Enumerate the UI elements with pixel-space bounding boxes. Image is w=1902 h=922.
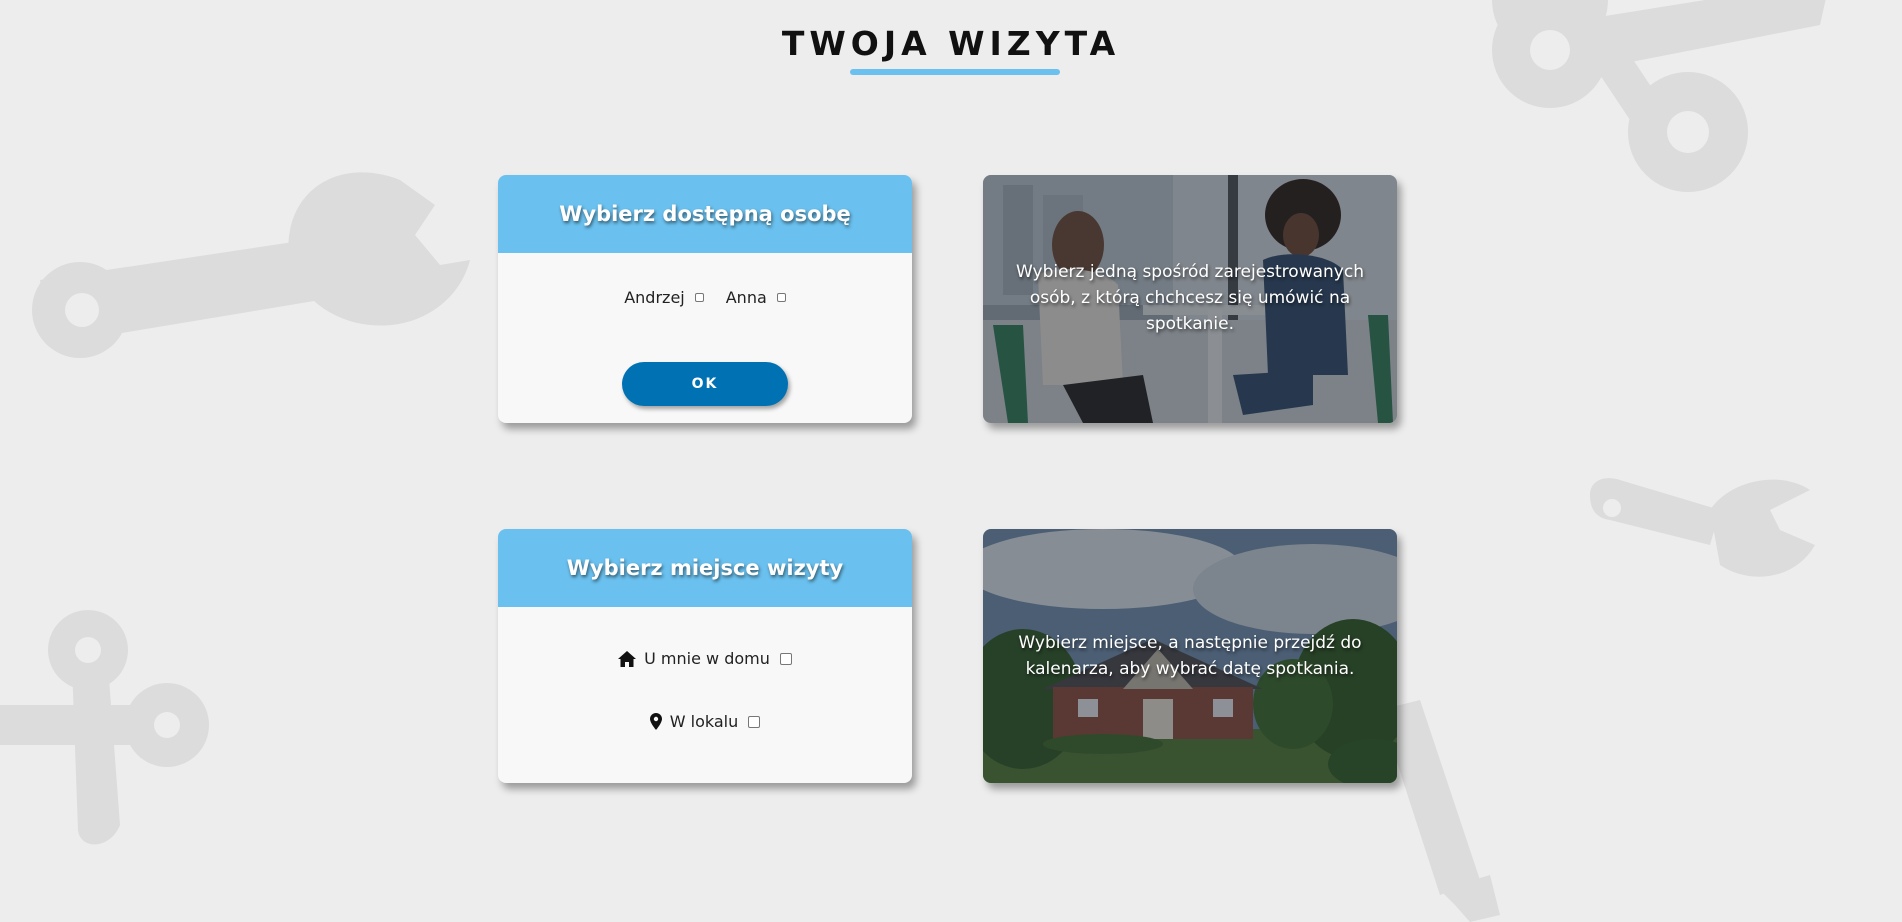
place-option-home: U mnie w domu: [498, 649, 912, 668]
place-info-card: Wybierz miejsce, a następnie przejdź do …: [983, 529, 1397, 783]
place-option-venue-checkbox[interactable]: [748, 715, 761, 728]
person-options: Andrzej Anna: [498, 288, 912, 307]
map-pin-icon: [649, 713, 662, 730]
page: TWOJA WIZYTA Wybierz dostępną osobę Andr…: [0, 0, 1902, 922]
person-info-card: Wybierz jedną spośród zarejestrowanych o…: [983, 175, 1397, 423]
person-card-header: Wybierz dostępną osobę: [498, 175, 912, 253]
home-icon: [618, 650, 637, 667]
page-header: TWOJA WIZYTA: [0, 24, 1902, 75]
person-info-caption: Wybierz jedną spośród zarejestrowanych o…: [1016, 262, 1364, 334]
wrench-decoration-left-icon: [32, 172, 470, 358]
place-option-home-checkbox[interactable]: [779, 652, 792, 665]
page-title: TWOJA WIZYTA: [781, 24, 1121, 63]
title-underline: [850, 69, 1060, 75]
place-option-venue: W lokalu: [498, 712, 912, 731]
place-select-card: Wybierz miejsce wizyty U mnie w domu W l…: [498, 529, 912, 783]
place-option-venue-label: W lokalu: [669, 712, 739, 731]
place-option-home-label: U mnie w domu: [644, 649, 770, 668]
ok-button[interactable]: OK: [622, 362, 788, 406]
scissors-decoration-bottom-left-icon: [0, 610, 209, 845]
person-option-anna-label: Anna: [725, 288, 767, 307]
place-card-header: Wybierz miejsce wizyty: [498, 529, 912, 607]
person-option-andrzej-label: Andrzej: [624, 288, 685, 307]
person-select-card: Wybierz dostępną osobę Andrzej Anna OK: [498, 175, 912, 423]
wrench-decoration-right-icon: [1590, 478, 1815, 577]
person-option-andrzej-checkbox[interactable]: [694, 293, 704, 302]
place-info-caption: Wybierz miejsce, a następnie przejdź do …: [1018, 633, 1362, 679]
person-option-anna-checkbox[interactable]: [776, 293, 786, 302]
